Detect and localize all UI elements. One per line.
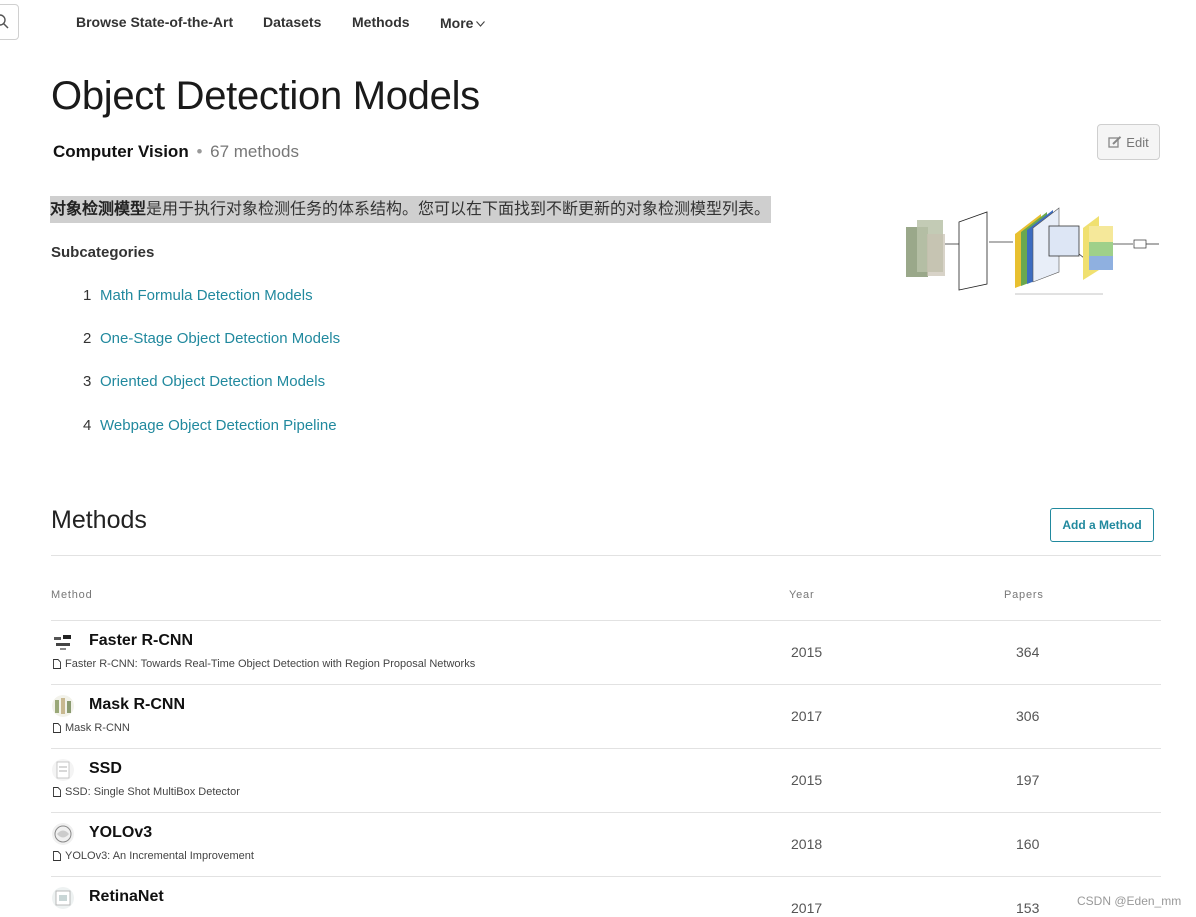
method-thumbnail-icon bbox=[52, 759, 74, 781]
method-paper-count: 364 bbox=[1016, 644, 1040, 660]
edit-button[interactable]: Edit bbox=[1097, 124, 1160, 160]
method-name-link[interactable]: RetinaNet bbox=[89, 888, 164, 906]
page-title: Object Detection Models bbox=[51, 74, 480, 118]
method-paper-count: 306 bbox=[1016, 708, 1040, 724]
subcategory-item: 3 Oriented Object Detection Models bbox=[83, 373, 325, 390]
subcategory-link[interactable]: Oriented Object Detection Models bbox=[100, 373, 325, 390]
method-paper-link[interactable]: Mask R-CNN bbox=[53, 722, 130, 734]
divider bbox=[51, 555, 1161, 556]
edit-label: Edit bbox=[1126, 134, 1149, 150]
method-thumbnail-icon bbox=[52, 887, 74, 909]
subcategory-link[interactable]: Math Formula Detection Models bbox=[100, 287, 313, 304]
area-line: Computer Vision • 67 methods bbox=[53, 142, 299, 162]
subcategory-item: 4 Webpage Object Detection Pipeline bbox=[83, 417, 337, 434]
method-paper-count: 153 bbox=[1016, 900, 1040, 916]
row-divider bbox=[51, 684, 1161, 685]
nav-browse-sota[interactable]: Browse State-of-the-Art bbox=[76, 14, 233, 30]
method-name-link[interactable]: YOLOv3 bbox=[89, 824, 152, 842]
edit-icon bbox=[1108, 135, 1122, 148]
method-thumbnail-icon bbox=[52, 695, 74, 717]
document-icon bbox=[53, 787, 61, 797]
method-paper-link[interactable]: YOLOv3: An Incremental Improvement bbox=[53, 850, 254, 862]
method-year: 2017 bbox=[791, 900, 823, 916]
method-year: 2015 bbox=[791, 772, 823, 788]
intro-body: 是用于执行对象检测任务的体系结构。您可以在下面找到不断更新的对象检测模型列表。 bbox=[146, 201, 771, 218]
nav-more[interactable]: More bbox=[440, 14, 486, 31]
method-paper-title: Mask R-CNN bbox=[65, 722, 130, 734]
intro-bold: 对象检测模型 bbox=[50, 201, 147, 218]
column-header-year[interactable]: Year bbox=[789, 589, 814, 601]
method-year: 2015 bbox=[791, 644, 823, 660]
top-nav: Browse State-of-the-Art Datasets Methods… bbox=[0, 0, 1196, 44]
method-paper-title: YOLOv3: An Incremental Improvement bbox=[65, 850, 254, 862]
row-divider bbox=[51, 620, 1161, 621]
subcategory-item: 1 Math Formula Detection Models bbox=[83, 287, 313, 304]
subcategory-number: 2 bbox=[83, 330, 92, 347]
row-divider bbox=[51, 876, 1161, 877]
method-name-link[interactable]: Mask R-CNN bbox=[89, 696, 185, 714]
method-thumbnail-icon bbox=[52, 631, 74, 653]
subcategories-title: Subcategories bbox=[51, 244, 155, 261]
area-link[interactable]: Computer Vision bbox=[53, 142, 189, 161]
subcategory-item: 2 One-Stage Object Detection Models bbox=[83, 330, 340, 347]
subcategory-number: 1 bbox=[83, 287, 92, 304]
subcategory-link[interactable]: Webpage Object Detection Pipeline bbox=[100, 417, 337, 434]
nav-methods[interactable]: Methods bbox=[352, 14, 410, 30]
document-icon bbox=[53, 723, 61, 733]
method-paper-count: 160 bbox=[1016, 836, 1040, 852]
watermark: CSDN @Eden_mm bbox=[1077, 894, 1182, 908]
subcategory-number: 4 bbox=[83, 417, 92, 434]
search-button[interactable] bbox=[0, 4, 19, 40]
method-name-link[interactable]: Faster R-CNN bbox=[89, 632, 193, 650]
separator-dot: • bbox=[196, 142, 203, 161]
method-paper-title: Faster R-CNN: Towards Real-Time Object D… bbox=[65, 658, 476, 670]
subcategory-link[interactable]: One-Stage Object Detection Models bbox=[100, 330, 340, 347]
intro-text: 对象检测模型是用于执行对象检测任务的体系结构。您可以在下面找到不断更新的对象检测… bbox=[50, 196, 771, 223]
search-icon bbox=[0, 14, 9, 29]
column-header-method[interactable]: Method bbox=[51, 589, 93, 601]
method-paper-link[interactable]: Faster R-CNN: Towards Real-Time Object D… bbox=[53, 658, 475, 670]
nav-more-label: More bbox=[440, 15, 474, 31]
method-thumbnail-icon bbox=[52, 823, 74, 845]
method-year: 2017 bbox=[791, 708, 823, 724]
row-divider bbox=[51, 748, 1161, 749]
method-paper-count: 197 bbox=[1016, 772, 1040, 788]
add-method-button[interactable]: Add a Method bbox=[1050, 508, 1154, 542]
row-divider bbox=[51, 812, 1161, 813]
methods-section-title: Methods bbox=[51, 506, 147, 534]
column-header-papers[interactable]: Papers bbox=[1004, 589, 1044, 601]
architecture-diagram-image bbox=[906, 207, 1159, 295]
chevron-down-icon bbox=[476, 14, 486, 30]
method-count: 67 methods bbox=[210, 142, 299, 161]
method-year: 2018 bbox=[791, 836, 823, 852]
document-icon bbox=[53, 851, 61, 861]
method-paper-title: SSD: Single Shot MultiBox Detector bbox=[65, 786, 240, 798]
document-icon bbox=[53, 659, 61, 669]
subcategory-number: 3 bbox=[83, 373, 92, 390]
method-name-link[interactable]: SSD bbox=[89, 760, 122, 778]
method-paper-link[interactable]: SSD: Single Shot MultiBox Detector bbox=[53, 786, 240, 798]
nav-datasets[interactable]: Datasets bbox=[263, 14, 321, 30]
